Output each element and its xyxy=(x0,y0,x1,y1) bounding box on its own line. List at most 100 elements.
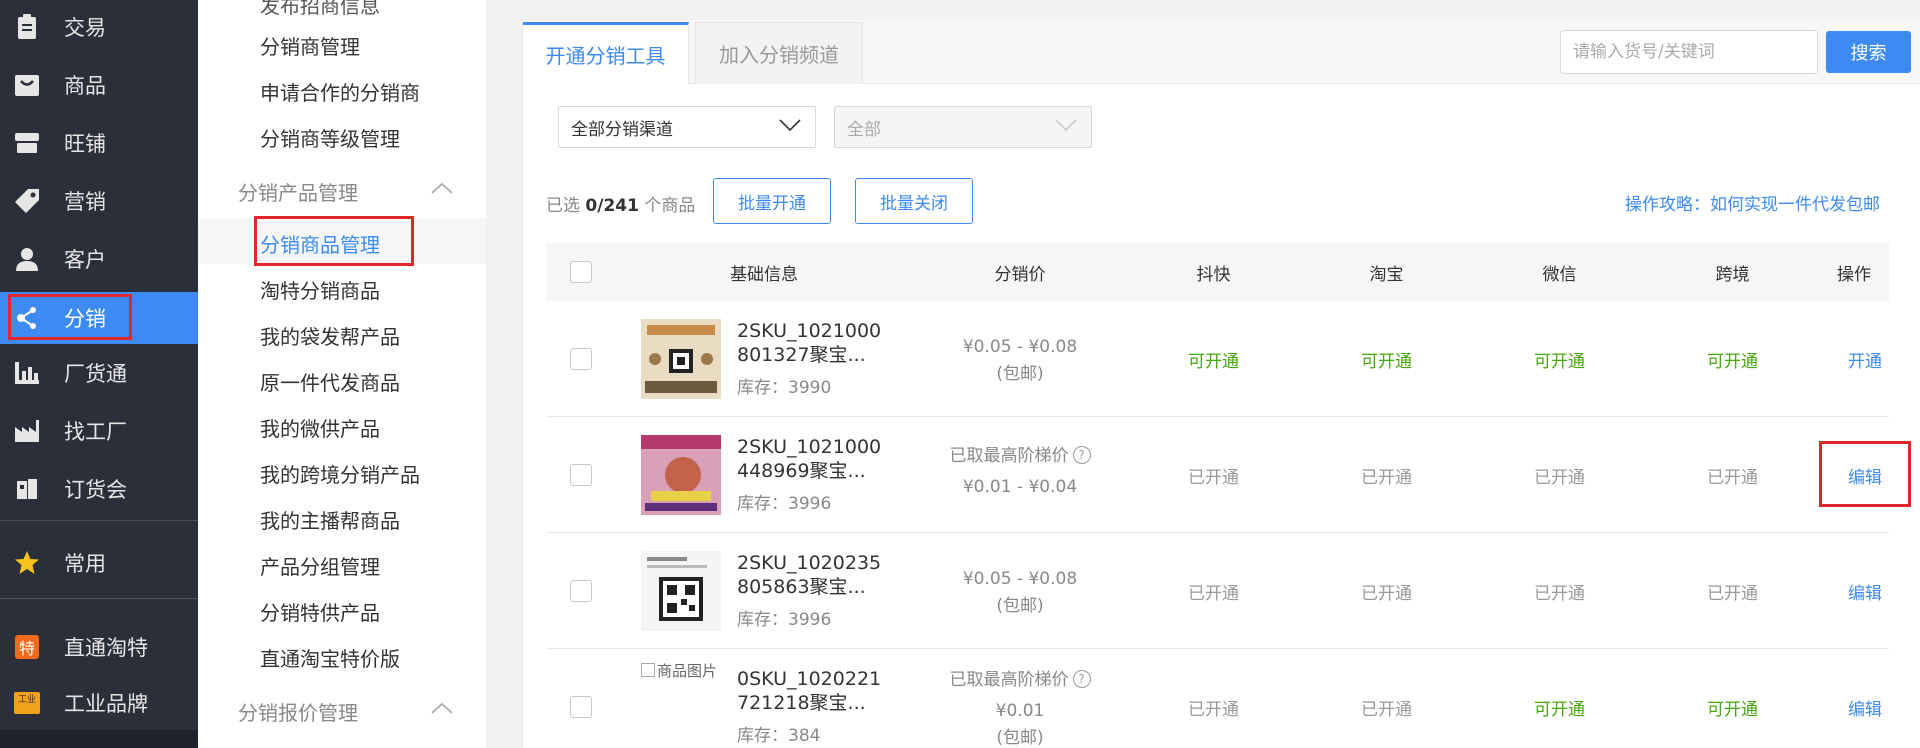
status-taobao: 已开通 xyxy=(1361,699,1412,720)
nav-item-shop[interactable]: 旺铺 xyxy=(0,120,198,166)
star-icon xyxy=(12,548,42,578)
guide-link[interactable]: 操作攻略：如何实现一件代发包邮 xyxy=(1625,190,1880,215)
clipboard-icon xyxy=(12,12,42,42)
nav-item-goods[interactable]: 商品 xyxy=(0,62,198,108)
highlight-box xyxy=(8,294,132,340)
shopping-bag-icon xyxy=(12,70,42,100)
nav-item-factory-goods[interactable]: 厂货通 xyxy=(0,350,198,396)
submenu-item[interactable]: 申请合作的分销商 xyxy=(260,77,420,106)
nav-item-customer[interactable]: 客户 xyxy=(0,236,198,282)
submenu-item[interactable]: 我的袋发帮产品 xyxy=(260,321,400,350)
submenu-group-title[interactable]: 分销报价管理 xyxy=(238,697,358,726)
industry-brand-icon: 工业 xyxy=(12,688,42,718)
product-name[interactable]: 0SKU_1020221721218聚宝... xyxy=(737,667,887,715)
submenu-item[interactable]: 淘特分销商品 xyxy=(260,275,380,304)
row-checkbox[interactable] xyxy=(570,696,592,718)
th-wechat: 微信 xyxy=(1542,264,1577,285)
nav-label: 客户 xyxy=(64,248,106,272)
submenu-item[interactable]: 原一件代发商品 xyxy=(260,367,400,396)
main-panel: 开通分销工具 加入分销频道 搜索 全部分销渠道 全部 已选 0/241 个商品 … xyxy=(522,20,1920,748)
status-wechat: 可开通 xyxy=(1534,699,1585,720)
nav-item-order-fair[interactable]: 订货会 xyxy=(0,466,198,512)
tab-open-tools[interactable]: 开通分销工具 xyxy=(523,22,689,84)
channel-select[interactable]: 全部分销渠道 xyxy=(558,106,816,148)
submenu-item[interactable]: 分销商等级管理 xyxy=(260,123,400,152)
th-taobao: 淘宝 xyxy=(1369,264,1404,285)
tier-price-label: 已取最高阶梯价? xyxy=(913,441,1127,466)
app-root: 交易 商品 旺铺 营销 客户 分销 厂货通 找工厂 订货会 常用 特 直通淘特 … xyxy=(0,0,1920,748)
edit-link[interactable]: 编辑 xyxy=(1819,649,1911,748)
question-icon[interactable]: ? xyxy=(1072,446,1091,464)
nav-item-frequent[interactable]: 常用 xyxy=(0,540,198,586)
sub-channel-select-value: 全部 xyxy=(847,119,881,140)
search-input[interactable] xyxy=(1560,30,1818,74)
nav-label: 常用 xyxy=(64,552,106,576)
channel-select-value: 全部分销渠道 xyxy=(571,119,673,140)
price-note: (包邮) xyxy=(996,596,1044,616)
table-header: 基础信息 分销价 抖快 淘宝 微信 跨境 操作 xyxy=(546,243,1889,301)
row-checkbox[interactable] xyxy=(570,348,592,370)
status-wechat: 可开通 xyxy=(1534,351,1585,372)
nav-item-marketing[interactable]: 营销 xyxy=(0,178,198,224)
highlight-box xyxy=(1819,441,1911,507)
product-name[interactable]: 2SKU_1021000801327聚宝... xyxy=(737,319,887,367)
nav-label: 交易 xyxy=(64,16,106,40)
submenu-group-title[interactable]: 分销产品管理 xyxy=(238,177,358,206)
product-name[interactable]: 2SKU_1021000448969聚宝... xyxy=(737,435,887,483)
price-range: ¥0.05 - ¥0.08 xyxy=(962,337,1078,357)
status-douyin: 已开通 xyxy=(1188,699,1239,720)
factory-chart-icon xyxy=(12,358,42,388)
th-operation: 操作 xyxy=(1837,264,1871,285)
user-icon xyxy=(12,244,42,274)
chevron-up-icon[interactable] xyxy=(430,701,454,715)
nav-item-industry-brand[interactable]: 工业 工业品牌 xyxy=(0,680,198,726)
question-icon[interactable]: ? xyxy=(1072,670,1091,688)
submenu-item[interactable]: 发布招商信息 xyxy=(260,0,380,19)
product-name[interactable]: 2SKU_1020235805863聚宝... xyxy=(737,551,887,599)
status-taobao: 已开通 xyxy=(1361,467,1412,488)
product-stock: 库存：3996 xyxy=(737,610,832,630)
submenu-item[interactable]: 分销商管理 xyxy=(260,31,360,60)
th-crossborder: 跨境 xyxy=(1715,264,1750,285)
open-link[interactable]: 开通 xyxy=(1819,301,1911,417)
nav-item-distribution[interactable]: 分销 xyxy=(0,292,198,344)
submenu-item[interactable]: 直通淘宝特价版 xyxy=(260,643,400,672)
tab-join-channel[interactable]: 加入分销频道 xyxy=(695,22,863,84)
broken-image-icon[interactable]: 商品图片 xyxy=(641,661,725,681)
table-row: 2SKU_1021000801327聚宝... 库存：3990 ¥0.05 - … xyxy=(546,301,1889,417)
product-image[interactable] xyxy=(641,435,721,515)
nav-item-taote[interactable]: 特 直通淘特 xyxy=(0,624,198,670)
batch-close-button[interactable]: 批量关闭 xyxy=(855,178,973,224)
nav-footer xyxy=(0,730,198,748)
nav-label: 商品 xyxy=(64,74,106,98)
main-nav: 交易 商品 旺铺 营销 客户 分销 厂货通 找工厂 订货会 常用 特 直通淘特 … xyxy=(0,0,198,748)
nav-item-find-factory[interactable]: 找工厂 xyxy=(0,408,198,454)
product-image[interactable] xyxy=(641,551,721,631)
edit-link[interactable]: 编辑 xyxy=(1819,533,1911,649)
nav-item-trade[interactable]: 交易 xyxy=(0,4,198,50)
status-taobao: 可开通 xyxy=(1361,351,1412,372)
submenu-item[interactable]: 产品分组管理 xyxy=(260,551,380,580)
product-image[interactable] xyxy=(641,319,721,399)
row-checkbox[interactable] xyxy=(570,580,592,602)
chevron-up-icon[interactable] xyxy=(430,181,454,195)
sub-channel-select[interactable]: 全部 xyxy=(834,106,1092,148)
price-range: ¥0.05 - ¥0.08 xyxy=(962,569,1078,589)
tag-icon xyxy=(12,186,42,216)
nav-label: 营销 xyxy=(64,190,106,214)
batch-open-button[interactable]: 批量开通 xyxy=(713,178,831,224)
submenu-item[interactable]: 我的微供产品 xyxy=(260,413,380,442)
submenu-item[interactable]: 我的主播帮商品 xyxy=(260,505,400,534)
select-all-checkbox[interactable] xyxy=(570,261,592,283)
submenu-item[interactable]: 我的跨境分销产品 xyxy=(260,459,420,488)
status-douyin: 已开通 xyxy=(1188,467,1239,488)
product-stock: 库存：3996 xyxy=(737,494,832,514)
price-range: ¥0.01 xyxy=(995,701,1045,721)
te-badge-icon: 特 xyxy=(12,632,42,662)
submenu-item[interactable]: 分销特供产品 xyxy=(260,597,380,626)
status-crossborder: 可开通 xyxy=(1707,351,1758,372)
price-range: ¥0.01 - ¥0.04 xyxy=(962,477,1078,497)
submenu: 发布招商信息 分销商管理 申请合作的分销商 分销商等级管理 分销产品管理 分销商… xyxy=(198,0,486,748)
search-button[interactable]: 搜索 xyxy=(1826,31,1911,73)
row-checkbox[interactable] xyxy=(570,464,592,486)
